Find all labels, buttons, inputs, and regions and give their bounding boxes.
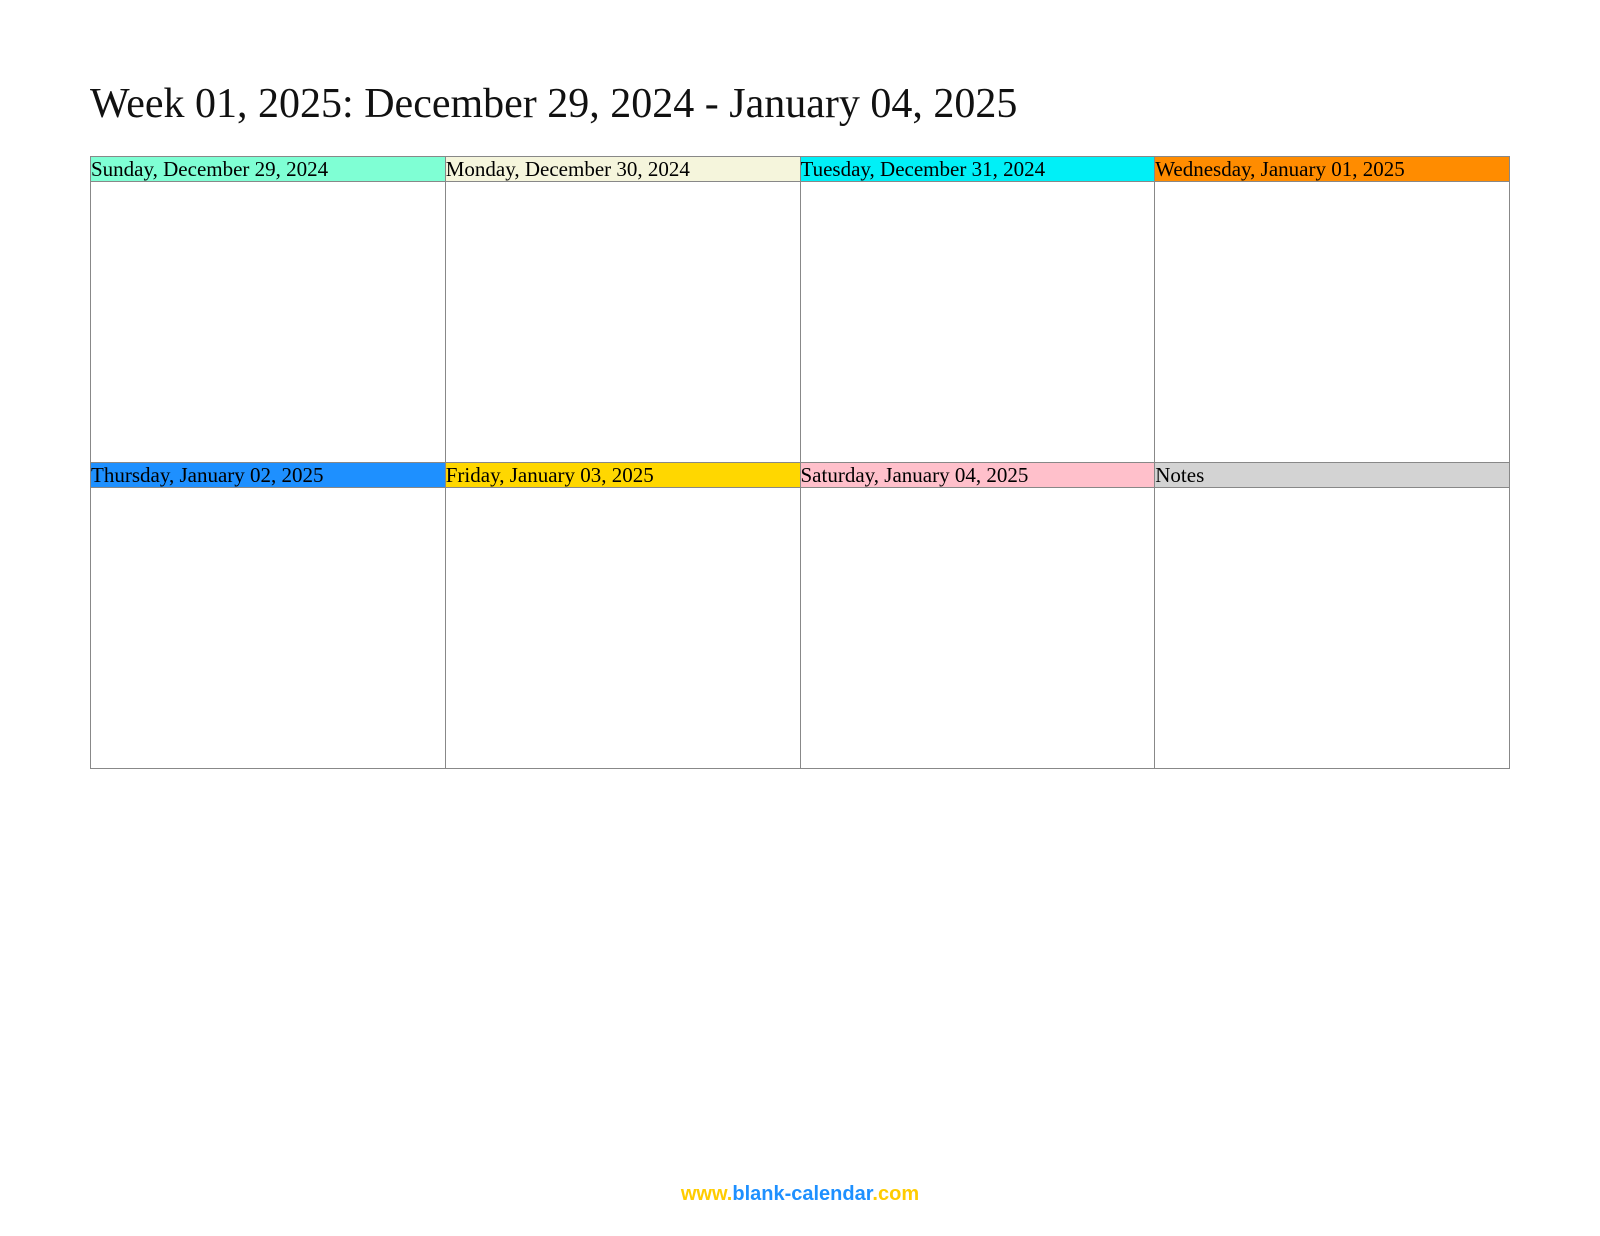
footer-part-domain: blank-calendar — [732, 1183, 872, 1205]
day-body-saturday[interactable] — [800, 488, 1155, 769]
footer-part-www: www. — [681, 1183, 732, 1205]
day-body-tuesday[interactable] — [800, 182, 1155, 463]
day-body-sunday[interactable] — [91, 182, 446, 463]
day-header-monday: Monday, December 30, 2024 — [445, 157, 800, 182]
day-body-monday[interactable] — [445, 182, 800, 463]
day-header-saturday: Saturday, January 04, 2025 — [800, 463, 1155, 488]
table-body-row-2 — [91, 488, 1510, 769]
day-body-friday[interactable] — [445, 488, 800, 769]
table-body-row-1 — [91, 182, 1510, 463]
day-header-notes: Notes — [1155, 463, 1510, 488]
day-body-thursday[interactable] — [91, 488, 446, 769]
calendar-table: Sunday, December 29, 2024 Monday, Decemb… — [90, 156, 1510, 769]
table-header-row-2: Thursday, January 02, 2025 Friday, Janua… — [91, 463, 1510, 488]
day-body-notes[interactable] — [1155, 488, 1510, 769]
day-header-tuesday: Tuesday, December 31, 2024 — [800, 157, 1155, 182]
day-header-wednesday: Wednesday, January 01, 2025 — [1155, 157, 1510, 182]
day-header-sunday: Sunday, December 29, 2024 — [91, 157, 446, 182]
day-body-wednesday[interactable] — [1155, 182, 1510, 463]
weekly-calendar-page: Week 01, 2025: December 29, 2024 - Janua… — [0, 0, 1600, 1236]
footer-part-tld: .com — [872, 1183, 919, 1205]
page-title: Week 01, 2025: December 29, 2024 - Janua… — [90, 80, 1510, 128]
day-header-friday: Friday, January 03, 2025 — [445, 463, 800, 488]
footer-link[interactable]: www.blank-calendar.com — [0, 1183, 1600, 1206]
day-header-thursday: Thursday, January 02, 2025 — [91, 463, 446, 488]
table-header-row-1: Sunday, December 29, 2024 Monday, Decemb… — [91, 157, 1510, 182]
